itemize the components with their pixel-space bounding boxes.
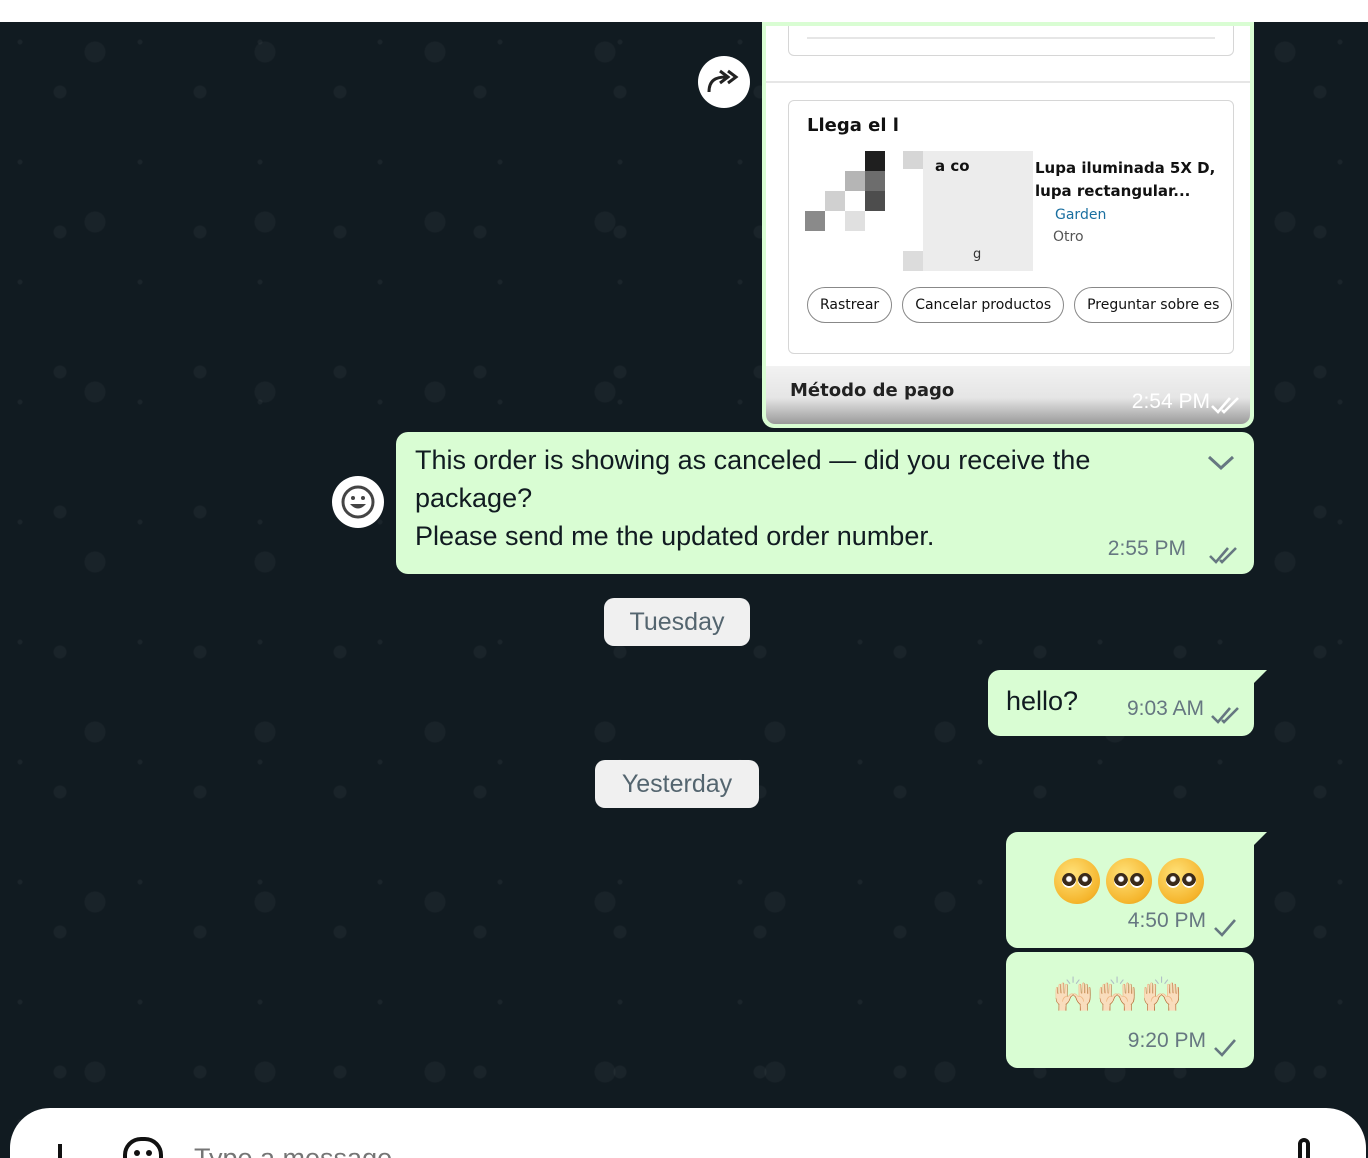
screenshot-product-name: Lupa iluminada 5X D, lupa rectangular... bbox=[1035, 159, 1216, 200]
message-bubble[interactable]: hello? 9:03 AM bbox=[988, 670, 1267, 736]
pleading-face-icon bbox=[1158, 858, 1204, 904]
screenshot-divider bbox=[766, 81, 1250, 83]
raising-hands-icon: 🙌🏻 bbox=[1140, 976, 1184, 1014]
forward-icon bbox=[707, 69, 739, 93]
message-time: 4:50 PM bbox=[1127, 909, 1206, 932]
top-bar bbox=[0, 0, 1368, 22]
screenshot-payment-label: Método de pago bbox=[790, 380, 955, 401]
reaction-button[interactable] bbox=[332, 476, 384, 528]
prod-name-fragment-2: g bbox=[973, 247, 982, 262]
message-input[interactable] bbox=[194, 1138, 794, 1158]
message-text: This order is showing as canceled — did … bbox=[415, 445, 1091, 551]
emoji-message: 🙌🏻🙌🏻🙌🏻 bbox=[1052, 976, 1185, 1016]
read-ticks-icon bbox=[1209, 547, 1237, 564]
screenshot-cancel-pill: Cancelar productos bbox=[902, 287, 1065, 323]
message-time: 9:20 PM bbox=[1127, 1029, 1206, 1052]
raising-hands-icon: 🙌🏻 bbox=[1096, 976, 1139, 1014]
message-time: 2:54 PM bbox=[1131, 390, 1210, 413]
pleading-face-icon bbox=[1106, 858, 1152, 904]
message-text: hello? bbox=[1006, 686, 1079, 716]
order-screenshot-image[interactable]: Llega el l a co g Lupa iluminada 5X D, l… bbox=[766, 26, 1250, 424]
prod-name-fragment: a co bbox=[935, 157, 970, 175]
date-separator-tuesday: Tuesday bbox=[604, 598, 750, 646]
screenshot-track-pill: Rastrear bbox=[807, 287, 893, 323]
read-ticks-icon bbox=[1211, 707, 1239, 724]
screenshot-ask-pill: Preguntar sobre es bbox=[1074, 287, 1233, 323]
message-bubble[interactable]: 🙌🏻🙌🏻🙌🏻 🙌🏻🙌🏻🙌🏻 9:20 PM bbox=[1006, 952, 1254, 1068]
emoji-reaction-icon bbox=[341, 485, 375, 519]
screenshot-action-row: Rastrear Cancelar productos Preguntar so… bbox=[807, 287, 1233, 323]
pleading-face-icon bbox=[1054, 858, 1100, 904]
redacted-product-image bbox=[805, 151, 885, 231]
screenshot-store-name: Garden bbox=[1055, 207, 1107, 223]
attach-plus-icon[interactable] bbox=[58, 1144, 62, 1158]
screenshot-card-title: Llega el l bbox=[807, 115, 899, 136]
message-time: 2:55 PM bbox=[1107, 537, 1186, 560]
message-bubble[interactable]: This order is showing as canceled — did … bbox=[396, 432, 1254, 574]
forward-button[interactable] bbox=[698, 56, 750, 108]
message-bubble[interactable]: 🥹🥹🥹 4:50 PM bbox=[1006, 832, 1267, 948]
date-separator-yesterday: Yesterday bbox=[595, 760, 759, 808]
screenshot-product-type: Otro bbox=[1053, 229, 1084, 245]
read-ticks-icon bbox=[1211, 397, 1239, 414]
emoji-picker-icon[interactable] bbox=[122, 1136, 164, 1158]
chat-area[interactable]: Llega el l a co g Lupa iluminada 5X D, l… bbox=[0, 22, 1368, 1158]
screenshot-order-card: Llega el l a co g Lupa iluminada 5X D, l… bbox=[788, 100, 1234, 354]
screenshot-card-top bbox=[788, 26, 1234, 56]
message-composer bbox=[10, 1108, 1366, 1158]
microphone-icon[interactable] bbox=[1298, 1138, 1310, 1158]
chevron-down-icon[interactable] bbox=[1206, 454, 1236, 472]
sent-tick-icon bbox=[1214, 919, 1236, 937]
image-message-bubble[interactable]: Llega el l a co g Lupa iluminada 5X D, l… bbox=[762, 22, 1254, 428]
sent-tick-icon bbox=[1214, 1039, 1236, 1057]
raising-hands-icon: 🙌🏻 bbox=[1052, 976, 1095, 1014]
message-time: 9:03 AM bbox=[1126, 697, 1204, 720]
